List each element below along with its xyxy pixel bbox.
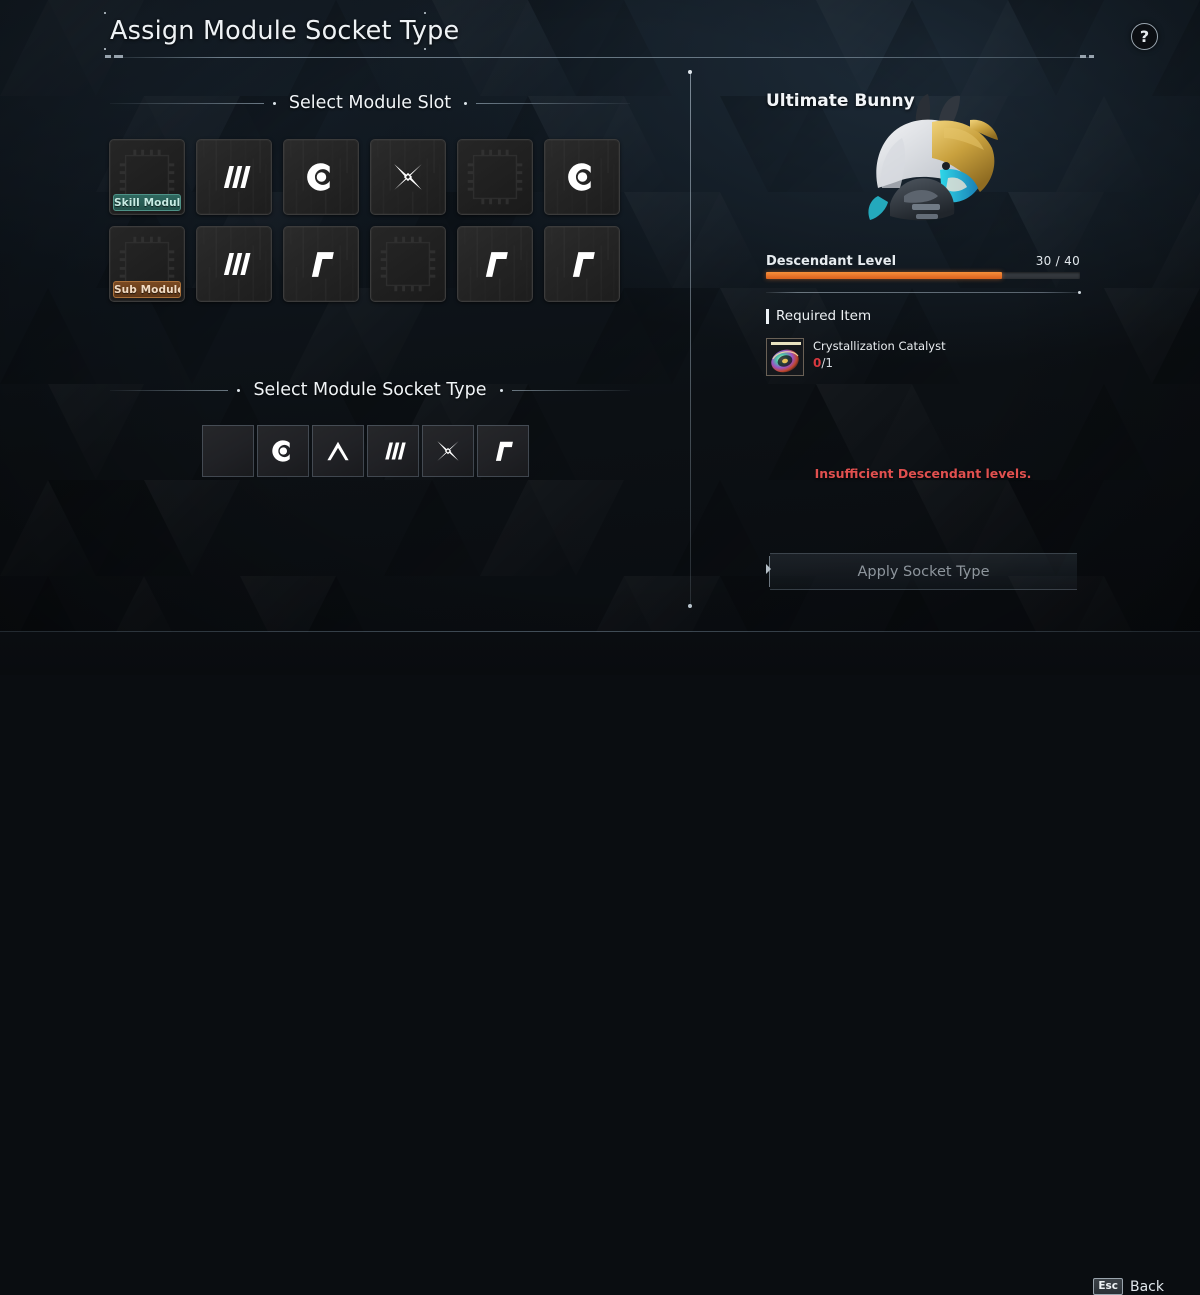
module-slot-r2-c3[interactable] bbox=[283, 226, 359, 302]
page-title: Assign Module Socket Type bbox=[110, 16, 460, 46]
title-bar: Assign Module Socket Type ? bbox=[0, 0, 1200, 70]
module-slot-r1-c3[interactable] bbox=[283, 139, 359, 215]
title-dash-4 bbox=[1089, 55, 1094, 58]
module-slot-r2-c6[interactable] bbox=[544, 226, 620, 302]
module-slot-r1-c6[interactable] bbox=[544, 139, 620, 215]
blank-socket[interactable] bbox=[202, 425, 254, 477]
header-line-left bbox=[110, 389, 229, 391]
module-slot-r2-c5[interactable] bbox=[457, 226, 533, 302]
divider-dot-top bbox=[688, 70, 692, 74]
title-tick-right-top bbox=[424, 12, 426, 14]
divider-dot-bottom bbox=[688, 604, 692, 608]
module-slot-skill-modules[interactable]: Skill Modules bbox=[109, 139, 185, 215]
required-item-header: Required Item bbox=[766, 308, 871, 324]
level-separator bbox=[766, 292, 1080, 293]
required-item-texts: Crystallization Catalyst 0/1 bbox=[813, 338, 946, 376]
section-title-socket-type: Select Module Socket Type bbox=[253, 380, 487, 400]
descendant-level-row: Descendant Level 30 / 40 bbox=[766, 254, 1080, 269]
title-tick-right-bottom bbox=[424, 48, 426, 50]
module-slot-r1-c4[interactable] bbox=[370, 139, 446, 215]
module-slot-r2-c4[interactable] bbox=[370, 226, 446, 302]
level-label: Descendant Level bbox=[766, 254, 897, 269]
header-line-right bbox=[511, 389, 630, 391]
almandine-socket[interactable] bbox=[312, 425, 364, 477]
help-icon[interactable]: ? bbox=[1131, 23, 1158, 50]
required-item-name: Crystallization Catalyst bbox=[813, 339, 946, 353]
slot-label-skill: Skill Modules bbox=[113, 194, 181, 211]
module-slot-r1-c2[interactable] bbox=[196, 139, 272, 215]
apply-button-caret-icon bbox=[766, 564, 771, 574]
back-control[interactable]: Esc Back bbox=[1093, 1278, 1164, 1295]
title-dash-3 bbox=[1080, 55, 1086, 58]
title-tick-left-top bbox=[104, 12, 106, 14]
required-item-title: Required Item bbox=[776, 308, 872, 324]
esc-key-badge: Esc bbox=[1093, 1278, 1123, 1295]
apply-socket-type-button[interactable]: Apply Socket Type bbox=[770, 553, 1077, 590]
title-underline bbox=[104, 57, 1094, 58]
section-header-module-slot: Select Module Slot bbox=[110, 91, 631, 115]
module-slot-sub-module[interactable]: Sub Module bbox=[109, 226, 185, 302]
slot-label-sub: Sub Module bbox=[113, 281, 181, 298]
level-progress-fill bbox=[766, 272, 1002, 279]
module-slot-grid[interactable]: Skill Modules bbox=[109, 139, 620, 302]
header-dot-right bbox=[464, 101, 468, 105]
crystallization-catalyst-icon bbox=[766, 338, 804, 376]
header-line-right bbox=[476, 102, 631, 104]
header-dot-left bbox=[237, 388, 241, 392]
section-title-module-slot: Select Module Slot bbox=[288, 93, 452, 113]
footer-bar: Esc Back bbox=[0, 632, 1200, 1295]
malachite-socket[interactable] bbox=[367, 425, 419, 477]
panel-divider bbox=[690, 72, 691, 606]
title-tick-left-bottom bbox=[104, 48, 106, 50]
level-value: 30 / 40 bbox=[1035, 254, 1080, 268]
required-item-needed: /1 bbox=[821, 356, 834, 370]
module-slot-r1-c5[interactable] bbox=[457, 139, 533, 215]
required-item-count: 0/1 bbox=[813, 355, 946, 371]
title-dash-1 bbox=[105, 55, 111, 58]
back-label: Back bbox=[1130, 1278, 1164, 1295]
required-item-row[interactable]: Crystallization Catalyst 0/1 bbox=[766, 338, 946, 376]
rutile-socket[interactable] bbox=[477, 425, 529, 477]
level-progress-bar bbox=[766, 272, 1080, 279]
socket-type-picker[interactable] bbox=[202, 425, 529, 477]
title-dash-2 bbox=[114, 55, 123, 58]
header-dot-left bbox=[272, 101, 276, 105]
header-dot-right bbox=[499, 388, 503, 392]
apply-button-label: Apply Socket Type bbox=[857, 563, 990, 580]
level-separator-dot bbox=[1078, 291, 1081, 294]
header-line-left bbox=[110, 102, 264, 104]
module-slot-r2-c2[interactable] bbox=[196, 226, 272, 302]
error-message: Insufficient Descendant levels. bbox=[814, 466, 1032, 481]
section-header-socket-type: Select Module Socket Type bbox=[110, 378, 630, 402]
xantic-socket[interactable] bbox=[422, 425, 474, 477]
cerulean-socket[interactable] bbox=[257, 425, 309, 477]
accent-bar bbox=[766, 308, 769, 324]
character-portrait bbox=[868, 94, 998, 221]
character-name: Ultimate Bunny bbox=[766, 91, 915, 111]
